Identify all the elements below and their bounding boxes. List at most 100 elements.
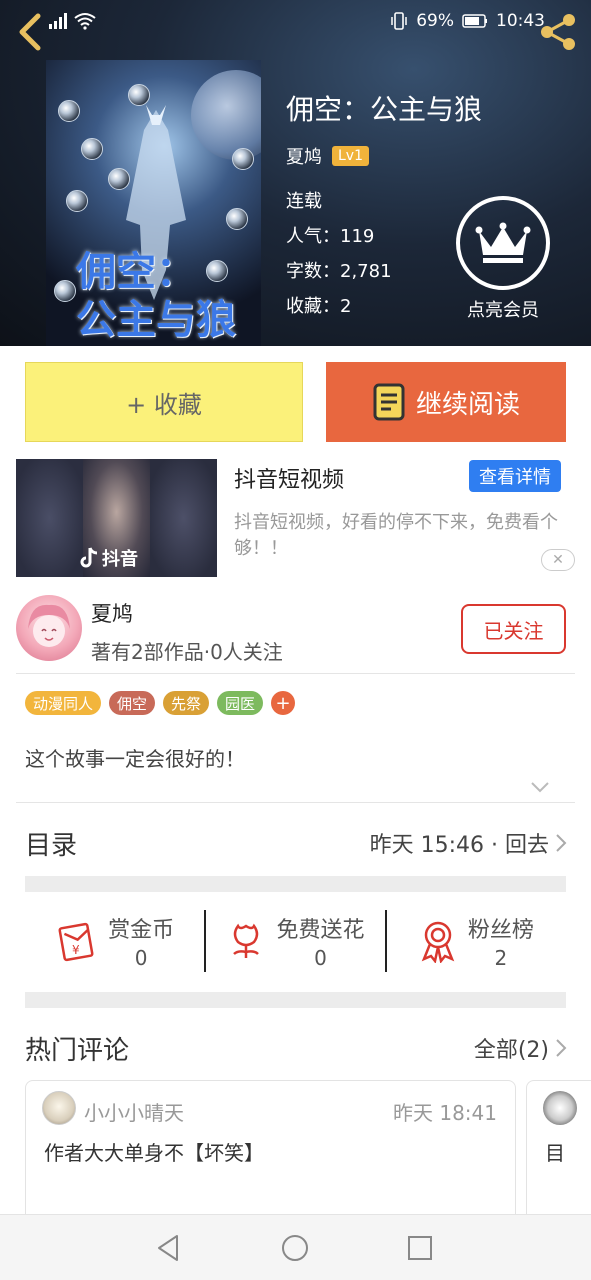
bubble — [108, 168, 130, 190]
book-popularity: 人气：119 — [286, 222, 374, 248]
favorites-value: 2 — [340, 296, 352, 317]
bubble — [66, 190, 88, 212]
stat-text: 免费送花 0 — [276, 912, 364, 970]
toc-latest[interactable]: 昨天 15:46 · 回去 — [370, 827, 567, 859]
tiktok-icon — [80, 547, 98, 568]
author-name[interactable]: 夏鸠 — [91, 598, 133, 628]
tag[interactable]: 园医 — [217, 691, 264, 715]
commenter-avatar[interactable] — [42, 1091, 76, 1125]
all-comments-label: 全部(2) — [473, 1038, 549, 1063]
section-spacer — [25, 992, 566, 1008]
tag-list: 动漫同人 佣空 先祭 园医 + — [25, 691, 296, 715]
comment-card[interactable]: 小小小晴天 昨天 18:41 作者大大单身不【坏笑】 — [25, 1080, 516, 1230]
chevron-right-icon — [556, 834, 567, 852]
status-bar: 69% 10:43 — [0, 0, 591, 44]
nav-home-icon[interactable] — [279, 1232, 311, 1264]
battery-icon — [462, 14, 487, 28]
author-stats: 著有2部作品·0人关注 — [91, 640, 283, 664]
continue-reading-label: 继续阅读 — [415, 389, 520, 420]
tiktok-brand: 抖音 — [102, 549, 138, 570]
ad-title[interactable]: 抖音短视频 — [234, 462, 344, 494]
toc-title[interactable]: 目录 — [25, 825, 77, 862]
expand-chevron-icon[interactable] — [530, 780, 550, 794]
stat-fan-rank[interactable]: 粉丝榜 2 — [386, 910, 566, 972]
popularity-label: 人气： — [286, 226, 340, 247]
flower-icon — [233, 923, 260, 958]
stat-value: 0 — [314, 946, 327, 970]
vibrate-icon — [391, 12, 407, 30]
status-right: 69% 10:43 — [390, 11, 545, 31]
book-favorites: 收藏：2 — [286, 292, 351, 318]
book-cover[interactable]: 佣空： 公主与狼 — [46, 60, 261, 346]
book-author-row: 夏鸠 Lv1 — [286, 143, 369, 169]
book-title: 佣空：公主与狼 — [286, 93, 483, 126]
vip-circle — [456, 196, 550, 290]
chevron-right-icon — [556, 1039, 567, 1057]
ad-details-button[interactable]: 查看详情 — [469, 460, 561, 492]
stat-value: 2 — [494, 946, 508, 970]
ad-description: 抖音短视频，好看的停不下来，免费看个够！！ — [234, 512, 558, 559]
book-author[interactable]: 夏鸠 — [286, 143, 322, 169]
book-header: 69% 10:43 佣空： 公主与狼 佣空：公主与狼 夏鸠 Lv1 连载 人气：… — [0, 0, 591, 346]
divider — [16, 673, 575, 674]
author-avatar[interactable] — [16, 595, 82, 661]
share-button[interactable] — [539, 12, 579, 52]
vip-label: 点亮会员 — [467, 300, 539, 321]
cover-title: 佣空： 公主与狼 — [76, 248, 236, 344]
system-nav-bar — [0, 1214, 591, 1280]
book-intro: 这个故事一定会很好的！ — [25, 747, 245, 771]
add-tag-button[interactable]: + — [271, 691, 296, 715]
cover-title-line1: 佣空： — [76, 248, 196, 295]
bubble — [232, 148, 254, 170]
ribbon-icon — [421, 921, 455, 963]
all-comments-link[interactable]: 全部(2) — [474, 1032, 567, 1064]
stat-text: 赏金币 0 — [108, 912, 174, 970]
continue-reading-button[interactable]: 继续阅读 — [326, 362, 566, 442]
toc-latest-text: 昨天 15:46 · 回去 — [369, 833, 549, 858]
comment-time: 昨天 18:41 — [393, 1101, 497, 1125]
stat-free-flowers[interactable]: 免费送花 0 — [205, 910, 385, 972]
vip-button[interactable]: 点亮会员 — [456, 196, 550, 322]
commenter-name[interactable]: 小小小晴天 — [84, 1097, 184, 1126]
crown-icon — [475, 222, 531, 263]
battery-percent: 69% — [416, 11, 454, 31]
comment-card[interactable]: 目 — [526, 1080, 591, 1230]
stat-label: 赏金币 — [108, 918, 175, 943]
ad-panel — [16, 459, 83, 577]
favorites-label: 收藏： — [286, 296, 340, 317]
words-label: 字数： — [286, 261, 340, 282]
signal-icon — [49, 13, 67, 29]
nav-back-icon[interactable] — [153, 1232, 185, 1264]
hot-comments-title: 热门评论 — [25, 1036, 130, 1066]
tag[interactable]: 先祭 — [163, 691, 210, 715]
collect-button[interactable]: + 收藏 — [25, 362, 303, 442]
bubble — [54, 280, 76, 302]
level-badge: Lv1 — [332, 146, 369, 166]
stat-label: 粉丝榜 — [467, 918, 534, 943]
tiktok-logo: 抖音 — [80, 545, 138, 571]
book-word-count: 字数：2,781 — [286, 257, 392, 283]
red-envelope-icon: ¥ — [58, 922, 94, 962]
bubble — [81, 138, 103, 160]
nav-recents-icon[interactable] — [404, 1232, 436, 1264]
commenter-avatar[interactable] — [543, 1091, 577, 1125]
bubble — [226, 208, 248, 230]
popularity-value: 119 — [340, 226, 375, 247]
stat-separator — [385, 910, 387, 972]
back-button[interactable] — [14, 12, 48, 52]
section-spacer — [25, 876, 566, 892]
divider — [16, 802, 575, 803]
clock: 10:43 — [496, 11, 545, 31]
tag[interactable]: 动漫同人 — [25, 691, 102, 715]
bubble — [58, 100, 80, 122]
comment-content: 目 — [545, 1141, 565, 1165]
stat-reward-coins[interactable]: ¥ 赏金币 0 — [25, 910, 205, 972]
ad-panel — [150, 459, 217, 577]
ad-close-button[interactable]: ✕ — [541, 549, 575, 571]
svg-text:¥: ¥ — [72, 943, 80, 957]
follow-button[interactable]: 已关注 — [461, 604, 566, 654]
cover-title-line2: 公主与狼 — [76, 296, 236, 343]
tag[interactable]: 佣空 — [109, 691, 156, 715]
words-value: 2,781 — [340, 261, 392, 282]
ad-thumbnail[interactable]: 抖音 — [16, 459, 217, 577]
